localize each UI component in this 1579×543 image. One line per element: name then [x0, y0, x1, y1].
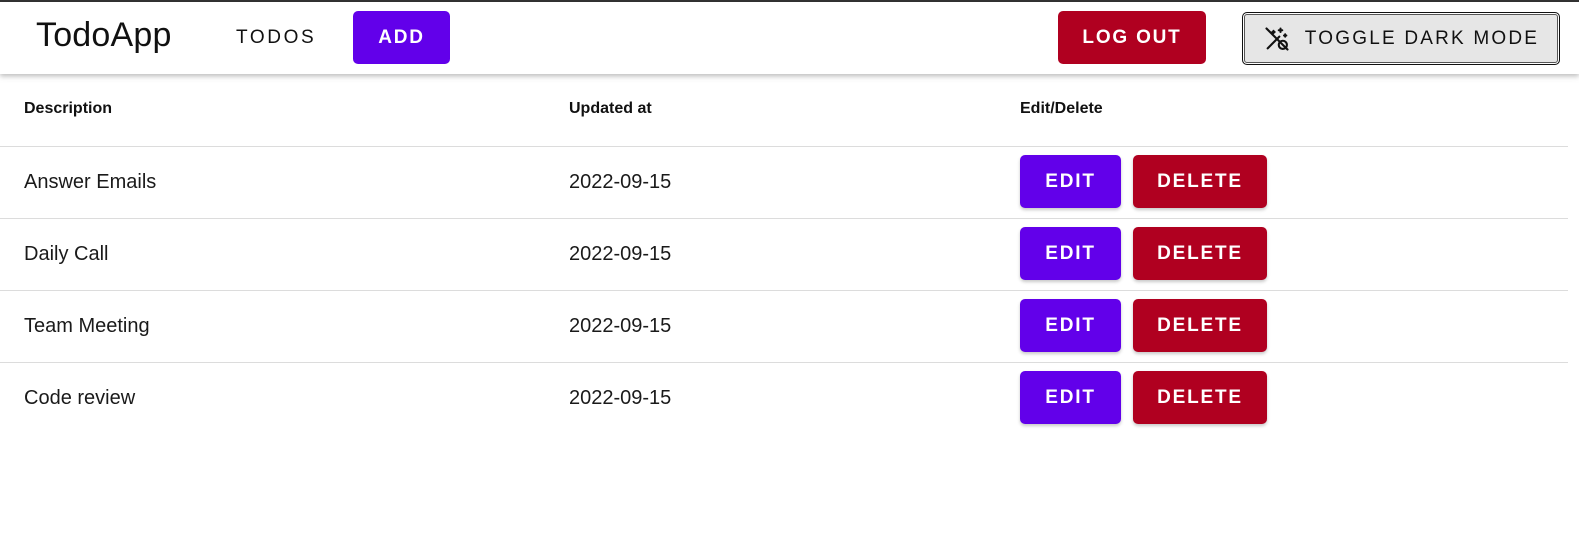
header-description: Description [24, 100, 113, 117]
delete-button[interactable]: DELETE [1133, 155, 1267, 208]
todo-description: Code review [24, 387, 136, 409]
table-row: Daily Call 2022-09-15 EDIT DELETE [0, 219, 1568, 291]
edit-button[interactable]: EDIT [1020, 371, 1121, 424]
edit-button[interactable]: EDIT [1020, 299, 1121, 352]
nav-todos-link[interactable]: TODOS [222, 11, 330, 64]
table-row: Team Meeting 2022-09-15 EDIT DELETE [0, 291, 1568, 363]
header-updated-at: Updated at [569, 100, 652, 117]
todo-updated-at: 2022-09-15 [569, 387, 672, 409]
delete-button[interactable]: DELETE [1133, 299, 1267, 352]
dark-mode-wand-icon [1263, 25, 1291, 53]
todo-description: Daily Call [24, 243, 109, 265]
todo-updated-at: 2022-09-15 [569, 171, 672, 193]
delete-button[interactable]: DELETE [1133, 371, 1267, 424]
todo-updated-at: 2022-09-15 [569, 315, 672, 337]
toggle-dark-mode-button[interactable]: TOGGLE DARK MODE [1242, 12, 1560, 65]
app-frame: TodoApp TODOS ADD LOG OUT TOGGLE DARK MO… [0, 0, 1579, 543]
edit-button[interactable]: EDIT [1020, 227, 1121, 280]
todo-description: Answer Emails [24, 171, 157, 193]
delete-button[interactable]: DELETE [1133, 227, 1267, 280]
todo-description: Team Meeting [24, 315, 150, 337]
header-edit-delete: Edit/Delete [1020, 100, 1103, 117]
todos-table: Description Updated at Edit/Delete Answe… [0, 74, 1568, 434]
edit-button[interactable]: EDIT [1020, 155, 1121, 208]
table-header: Description Updated at Edit/Delete [0, 74, 1568, 147]
todo-updated-at: 2022-09-15 [569, 243, 672, 265]
add-button[interactable]: ADD [353, 11, 450, 64]
app-title: TodoApp [36, 16, 172, 54]
toggle-dark-mode-label: TOGGLE DARK MODE [1304, 27, 1540, 49]
table-row: Answer Emails 2022-09-15 EDIT DELETE [0, 147, 1568, 219]
app-bar: TodoApp TODOS ADD LOG OUT TOGGLE DARK MO… [0, 2, 1579, 74]
logout-button[interactable]: LOG OUT [1058, 11, 1206, 64]
table-row: Code review 2022-09-15 EDIT DELETE [0, 363, 1568, 434]
